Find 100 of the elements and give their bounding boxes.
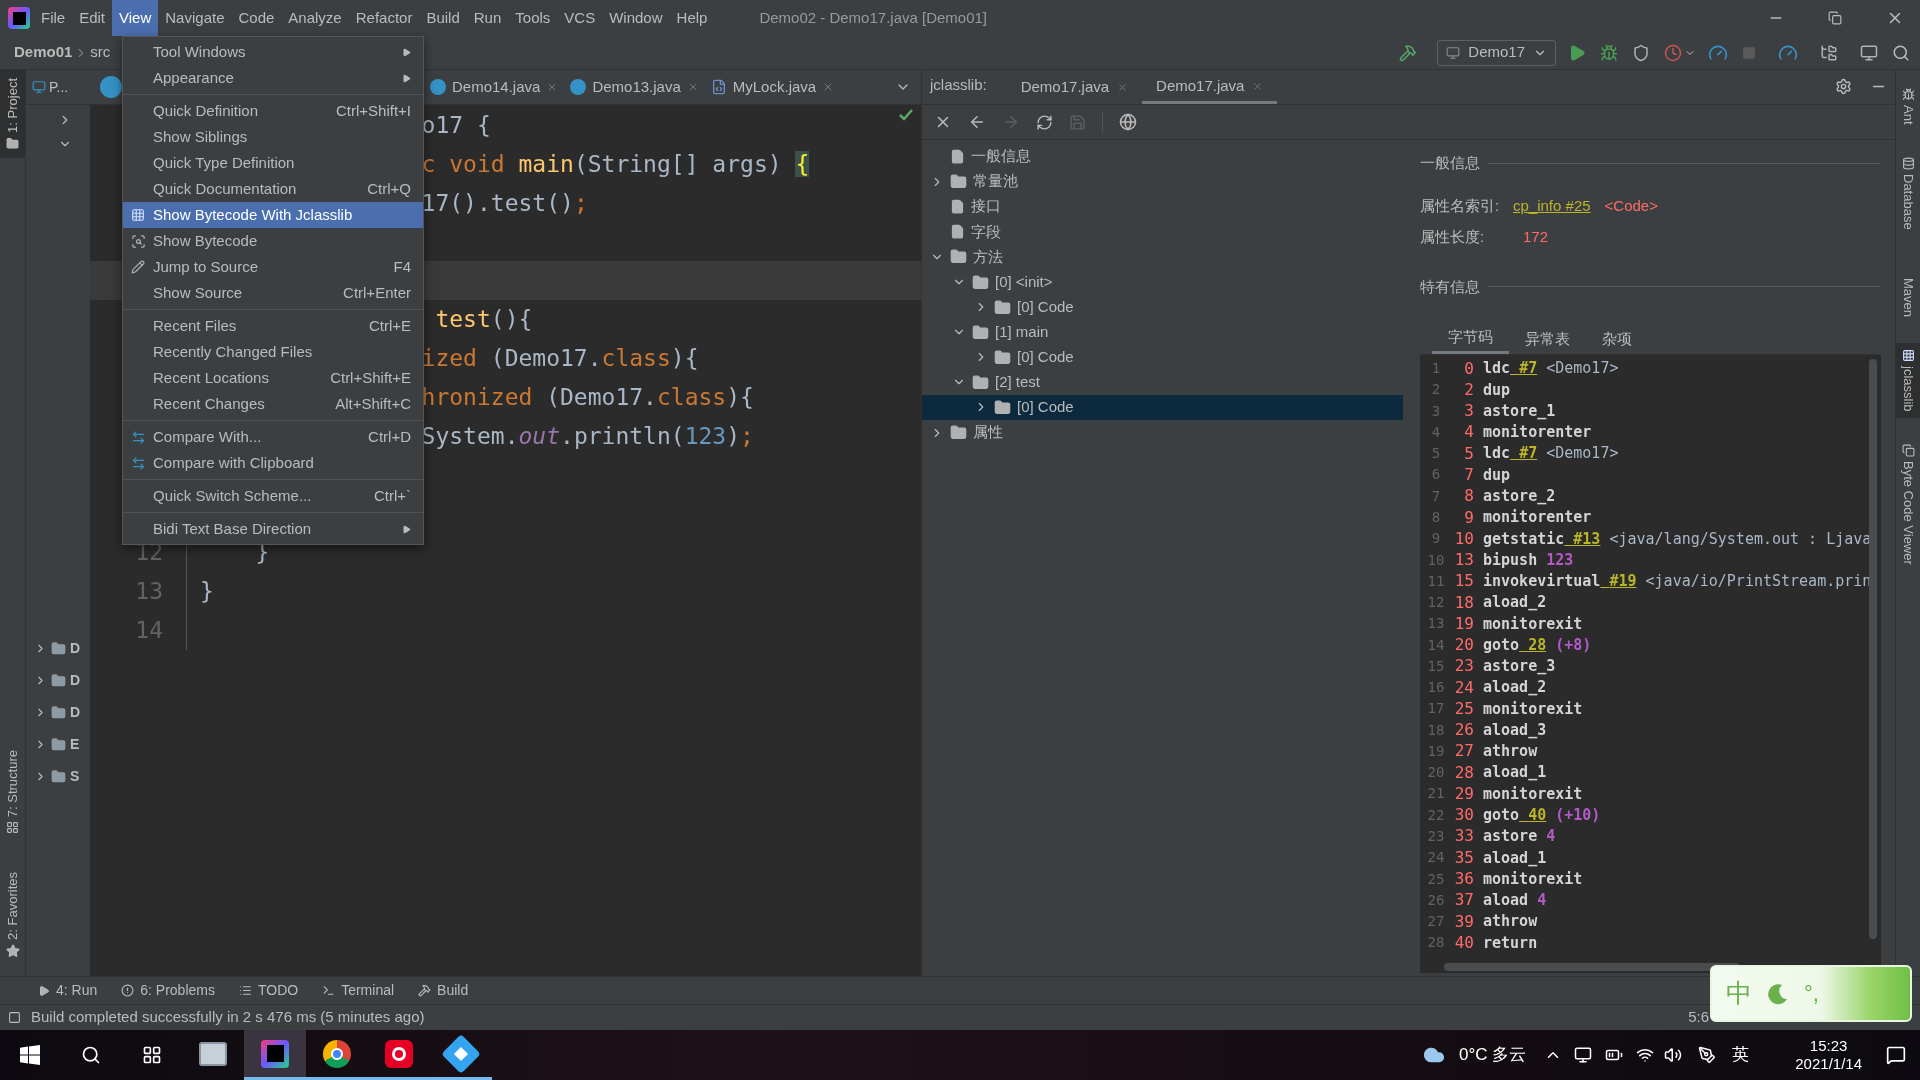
project-item[interactable]: D (70, 702, 81, 723)
debug-icon[interactable] (1600, 43, 1618, 62)
editor-tab[interactable]: MyLock.java (704, 70, 841, 104)
volume-icon[interactable] (1664, 1046, 1683, 1064)
editor-tab[interactable]: Demo14.java (424, 70, 565, 104)
class-file-tab[interactable]: Demo17.java (1142, 71, 1278, 104)
tree-node[interactable]: [0] <init> (922, 269, 1403, 295)
tree-node[interactable]: 接口 (922, 194, 1403, 220)
tree-node[interactable]: 字段 (922, 219, 1403, 245)
breadcrumb[interactable]: Demo01 (14, 41, 73, 64)
tool-window-tab[interactable]: Byte Code Viewer (1896, 437, 1920, 571)
run-icon[interactable] (1568, 43, 1586, 62)
tree-node[interactable]: 一般信息 (922, 144, 1403, 170)
build-icon[interactable] (1399, 43, 1418, 62)
menu-entry[interactable]: Show Siblings (123, 124, 423, 150)
window-icon[interactable] (1860, 43, 1878, 62)
detail-tab[interactable]: 杂项 (1586, 324, 1648, 354)
notifications-icon[interactable] (1886, 1045, 1906, 1065)
taskbar-app[interactable] (244, 1030, 306, 1080)
tool-window-button[interactable]: TODO (238, 980, 299, 1001)
menu-entry[interactable]: Show Bytecode With Jclasslib (123, 202, 423, 228)
tool-window-tab[interactable]: 7: Structure (0, 741, 25, 843)
toggle-panels-icon[interactable] (8, 1011, 21, 1024)
menu-entry[interactable]: Recent Files Ctrl+E (123, 313, 423, 339)
menu-entry[interactable]: Show Source Ctrl+Enter (123, 280, 423, 306)
menu-entry[interactable]: Quick Switch Scheme... Ctrl+` (123, 483, 423, 509)
tool-window-button[interactable]: 6: Problems (121, 980, 215, 1001)
breadcrumb[interactable]: src (90, 41, 111, 64)
tree-node[interactable]: [0] Code (922, 394, 1403, 421)
menu-item[interactable]: Navigate (158, 0, 232, 36)
project-item[interactable]: E (70, 734, 80, 755)
project-structure-icon[interactable] (1820, 43, 1838, 62)
vertical-scrollbar[interactable] (1869, 359, 1877, 939)
menu-item[interactable]: View (112, 0, 159, 36)
menu-entry[interactable]: Recent Locations Ctrl+Shift+E (123, 365, 423, 391)
tree-node[interactable]: 方法 (922, 244, 1403, 270)
class-file-tab[interactable]: Demo17.java (1006, 71, 1143, 104)
clock-date[interactable]: 2021/1/14 (1795, 1055, 1862, 1073)
menu-entry[interactable]: Compare With... Ctrl+D (123, 424, 423, 450)
coverage-icon[interactable] (1632, 43, 1650, 62)
menu-item[interactable]: Build (419, 0, 467, 36)
menu-item[interactable]: Window (602, 0, 670, 36)
tool-window-tab[interactable]: jclasslib (1896, 343, 1920, 418)
menu-entry[interactable]: Quick Documentation Ctrl+Q (123, 176, 423, 202)
search-icon[interactable] (1892, 43, 1910, 62)
project-item[interactable]: S (70, 766, 80, 787)
project-item[interactable]: D (70, 638, 81, 659)
menu-item[interactable]: Tools (508, 0, 558, 36)
menu-entry[interactable]: Quick Definition Ctrl+Shift+I (123, 98, 423, 124)
menu-entry[interactable]: Tool Windows (123, 39, 423, 65)
caret-position[interactable]: 5:6 (1688, 1006, 1709, 1029)
project-view-dropdown[interactable]: P... (49, 76, 69, 98)
menu-entry[interactable]: Quick Type Definition (123, 150, 423, 176)
horizontal-scrollbar[interactable] (1444, 963, 1740, 971)
tree-node[interactable]: [1] main (922, 319, 1403, 345)
tool-window-tab[interactable]: Database (1896, 150, 1920, 236)
code-line: c void main(String[] args) { (421, 150, 810, 180)
tree-node[interactable]: [0] Code (922, 294, 1403, 320)
globe-icon[interactable] (1119, 113, 1137, 131)
menu-item[interactable]: Analyze (281, 0, 349, 36)
menu-entry[interactable]: Recent Changes Alt+Shift+C (123, 391, 423, 417)
menu-item[interactable]: Refactor (348, 0, 420, 36)
bytecode-instruction: monitorexit (1483, 698, 1583, 720)
menu-entry[interactable]: Recently Changed Files (123, 339, 423, 365)
tool-window-tab[interactable]: Ant (1896, 82, 1920, 131)
tool-window-button[interactable]: Build (418, 980, 469, 1001)
menu-item[interactable]: Help (669, 0, 715, 36)
tree-node[interactable]: [2] test (922, 369, 1403, 395)
editor-tab[interactable]: Demo13.java (564, 70, 705, 104)
constant-pool-link[interactable]: cp_info #25 (1513, 194, 1591, 217)
project-item[interactable]: D (70, 670, 81, 691)
menu-entry[interactable]: Appearance (123, 65, 423, 91)
pen-icon[interactable] (1698, 1046, 1717, 1064)
menu-entry[interactable]: Show Bytecode (123, 228, 423, 254)
menu-entry[interactable]: Compare with Clipboard (123, 450, 423, 476)
menu-item[interactable]: VCS (557, 0, 603, 36)
menu-item[interactable]: Run (466, 0, 509, 36)
settings-icon[interactable] (1835, 78, 1852, 95)
restore-icon[interactable] (1828, 11, 1842, 25)
tool-window-tab[interactable]: 1: Project (0, 70, 25, 158)
tool-window-button[interactable]: 4: Run (38, 980, 98, 1001)
menu-item[interactable]: File (34, 0, 73, 36)
input-language[interactable]: 英 (1732, 1042, 1750, 1068)
clock-time[interactable]: 15:23 (1809, 1037, 1848, 1055)
wifi-icon[interactable] (1636, 1046, 1655, 1064)
detail-tab[interactable]: 异常表 (1509, 324, 1586, 354)
menu-item[interactable]: Code (231, 0, 282, 36)
menu-entry[interactable]: Bidi Text Base Direction (123, 516, 423, 542)
tree-node[interactable]: [0] Code (922, 344, 1403, 370)
tool-window-button[interactable]: Terminal (322, 980, 395, 1001)
refresh-icon[interactable] (1036, 113, 1053, 131)
menu-item[interactable]: Edit (72, 0, 113, 36)
tree-node[interactable]: 属性 (922, 420, 1403, 446)
menu-entry[interactable]: Jump to Source F4 (123, 254, 423, 280)
run-config-dropdown[interactable]: Demo17 (1437, 39, 1556, 66)
profile-icon[interactable] (1664, 43, 1682, 62)
display-icon[interactable] (1574, 1046, 1593, 1064)
tool-window-tab[interactable]: 2: Favorites (0, 864, 25, 966)
tool-window-tab[interactable]: Maven (1896, 255, 1920, 324)
tree-node[interactable]: 常量池 (922, 169, 1403, 195)
